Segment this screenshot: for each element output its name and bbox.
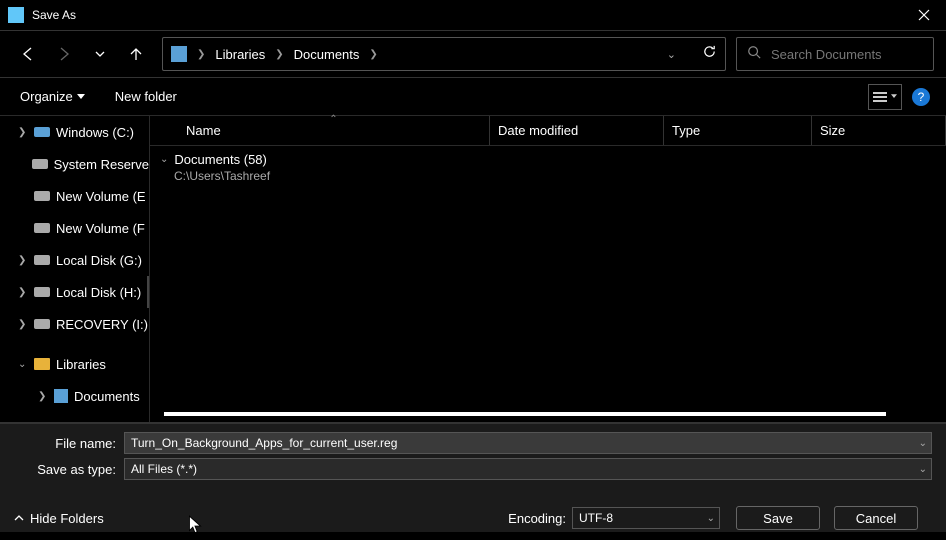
new-folder-button[interactable]: New folder xyxy=(115,89,177,104)
save-type-value: All Files (*.*) xyxy=(131,462,197,476)
encoding-select[interactable]: UTF-8 ⌄ xyxy=(572,507,720,529)
drive-label: RECOVERY (I:) xyxy=(56,317,148,332)
sidebar-drive[interactable]: New Volume (F xyxy=(0,212,149,244)
hide-folders-button[interactable]: Hide Folders xyxy=(14,511,104,526)
file-name-value: Turn_On_Background_Apps_for_current_user… xyxy=(131,436,397,450)
group-title: Documents (58) xyxy=(174,152,266,167)
save-button[interactable]: Save xyxy=(736,506,820,530)
chevron-right-icon[interactable]: ❯ xyxy=(197,49,205,60)
drive-label: New Volume (E xyxy=(56,189,146,204)
chevron-down-icon: ⌄ xyxy=(160,154,168,165)
windows-drive-icon xyxy=(34,127,50,137)
drive-icon xyxy=(34,255,50,265)
address-bar[interactable]: ❯ Libraries ❯ Documents ❯ ⌄ xyxy=(162,37,726,71)
window-title: Save As xyxy=(32,8,901,22)
chevron-right-icon: ❯ xyxy=(18,319,28,330)
help-button[interactable]: ? xyxy=(912,88,930,106)
up-button[interactable] xyxy=(120,38,152,70)
encoding-label: Encoding: xyxy=(508,511,566,526)
file-list[interactable]: ⌄ Documents (58) C:\Users\Tashreef xyxy=(150,146,946,422)
sidebar-drive[interactable]: ❯ Local Disk (H:) xyxy=(0,276,149,308)
organize-label: Organize xyxy=(20,89,73,104)
refresh-icon[interactable] xyxy=(702,44,717,64)
chevron-right-icon: ❯ xyxy=(18,287,28,298)
drive-label: Local Disk (G:) xyxy=(56,253,142,268)
chevron-right-icon: ❯ xyxy=(38,391,48,402)
save-form: File name: Turn_On_Background_Apps_for_c… xyxy=(0,422,946,532)
column-date[interactable]: Date modified xyxy=(490,116,664,145)
forward-button[interactable] xyxy=(48,38,80,70)
documents-label: Documents xyxy=(74,389,140,404)
drive-icon xyxy=(34,287,50,297)
drive-icon xyxy=(32,159,48,169)
sidebar: ❯ Windows (C:) System Reserve New Volume… xyxy=(0,116,150,422)
column-name[interactable]: ⌃ Name xyxy=(178,116,490,145)
column-headers: ⌃ Name Date modified Type Size xyxy=(150,116,946,146)
new-folder-label: New folder xyxy=(115,89,177,104)
sidebar-drive[interactable]: New Volume (E xyxy=(0,180,149,212)
command-bar: Organize New folder ? xyxy=(0,78,946,116)
chevron-down-icon: ⌄ xyxy=(18,359,28,370)
sidebar-drive[interactable]: ❯ Local Disk (G:) xyxy=(0,244,149,276)
library-icon xyxy=(171,46,187,62)
back-button[interactable] xyxy=(12,38,44,70)
sidebar-drive[interactable]: ❯ RECOVERY (I:) xyxy=(0,308,149,340)
notepad-icon xyxy=(8,7,24,23)
search-icon xyxy=(747,45,761,64)
search-box[interactable] xyxy=(736,37,934,71)
hide-folders-label: Hide Folders xyxy=(30,511,104,526)
drive-label: System Reserve xyxy=(54,157,149,172)
main-area: ❯ Windows (C:) System Reserve New Volume… xyxy=(0,116,946,422)
chevron-down-icon[interactable]: ⌄ xyxy=(919,438,927,449)
horizontal-scrollbar[interactable] xyxy=(164,412,932,422)
encoding-value: UTF-8 xyxy=(579,511,613,525)
search-input[interactable] xyxy=(771,47,946,62)
chevron-right-icon: ❯ xyxy=(18,127,28,138)
drive-icon xyxy=(34,223,50,233)
chevron-down-icon[interactable]: ⌄ xyxy=(707,513,715,524)
close-button[interactable] xyxy=(901,0,946,30)
chevron-down-icon[interactable]: ⌄ xyxy=(919,464,927,475)
column-type[interactable]: Type xyxy=(664,116,812,145)
view-button[interactable] xyxy=(868,84,902,110)
sidebar-drive-c[interactable]: ❯ Windows (C:) xyxy=(0,116,149,148)
documents-icon xyxy=(54,389,68,403)
file-name-label: File name: xyxy=(14,436,124,451)
chevron-right-icon[interactable]: ❯ xyxy=(369,49,377,60)
file-name-input[interactable]: Turn_On_Background_Apps_for_current_user… xyxy=(124,432,932,454)
organize-button[interactable]: Organize xyxy=(20,89,85,104)
group-subtitle: C:\Users\Tashreef xyxy=(156,169,946,183)
chevron-right-icon[interactable]: ❯ xyxy=(275,49,283,60)
breadcrumb-libraries[interactable]: Libraries xyxy=(215,47,265,62)
folder-icon xyxy=(34,358,50,370)
sidebar-documents[interactable]: ❯ Documents xyxy=(0,380,149,412)
save-type-label: Save as type: xyxy=(14,462,124,477)
libraries-label: Libraries xyxy=(56,357,106,372)
recent-button[interactable] xyxy=(84,38,116,70)
content-area: ⌃ Name Date modified Type Size ⌄ Documen… xyxy=(150,116,946,422)
breadcrumb-documents[interactable]: Documents xyxy=(294,47,360,62)
drive-icon xyxy=(34,191,50,201)
column-size[interactable]: Size xyxy=(812,116,946,145)
chevron-right-icon: ❯ xyxy=(18,255,28,266)
drive-label: Windows (C:) xyxy=(56,125,134,140)
drive-label: Local Disk (H:) xyxy=(56,285,141,300)
nav-bar: ❯ Libraries ❯ Documents ❯ ⌄ xyxy=(0,30,946,78)
sort-indicator-icon: ⌃ xyxy=(178,114,489,125)
chevron-down-icon[interactable]: ⌄ xyxy=(667,48,676,61)
group-header[interactable]: ⌄ Documents (58) xyxy=(156,152,946,167)
sidebar-drive[interactable]: System Reserve xyxy=(0,148,149,180)
save-type-select[interactable]: All Files (*.*) ⌄ xyxy=(124,458,932,480)
sidebar-libraries[interactable]: ⌄ Libraries xyxy=(0,348,149,380)
drive-label: New Volume (F xyxy=(56,221,145,236)
drive-icon xyxy=(34,319,50,329)
cancel-button[interactable]: Cancel xyxy=(834,506,918,530)
title-bar: Save As xyxy=(0,0,946,30)
